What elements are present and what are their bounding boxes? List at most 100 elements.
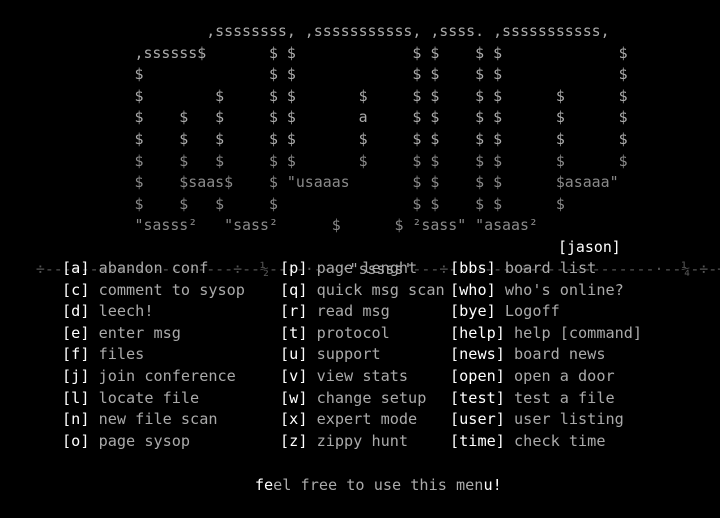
menu-key: d — [71, 302, 81, 321]
key-bracket-close: ] — [495, 345, 515, 364]
menu-key: help — [459, 323, 496, 342]
key-bracket-close: ] — [298, 367, 317, 385]
menu-item-d[interactable]: [d] leech! — [62, 301, 153, 323]
menu-key: r — [289, 302, 299, 321]
key-bracket-close: ] — [298, 431, 317, 450]
key-bracket-close: ] — [495, 431, 515, 450]
key-bracket-open: [ — [62, 367, 72, 385]
menu-item-z[interactable]: [z] zippy hunt — [280, 431, 408, 453]
key-bracket-open: [ — [450, 431, 460, 450]
menu-item-p[interactable]: [p] page lenght — [280, 258, 417, 280]
user-tag-row: [jason] — [0, 214, 720, 256]
menu-item-time[interactable]: [time] check time — [450, 431, 605, 453]
key-bracket-open: [ — [280, 345, 290, 364]
menu-item-o[interactable]: [o] page sysop — [62, 431, 190, 453]
key-bracket-open: [ — [62, 259, 72, 277]
logo-line: $ $saas$ $ "usaaas $ $ $ $ $asaaa" — [0, 173, 619, 192]
menu-item-l[interactable]: [l] locate file — [62, 388, 199, 410]
menu-label: who's online? — [504, 280, 624, 299]
footer-hi-end: u! — [483, 476, 502, 494]
menu-item-news[interactable]: [news] board news — [450, 344, 605, 366]
menu-key: bbs — [459, 259, 487, 277]
key-bracket-close: ] — [298, 323, 317, 342]
key-bracket-open: [ — [62, 345, 72, 364]
menu-label: check time — [514, 431, 606, 450]
menu-label: join conference — [98, 367, 236, 385]
menu-key: a — [71, 259, 81, 277]
menu-label: new file scan — [98, 410, 218, 429]
menu-label: page sysop — [98, 431, 191, 450]
menu-key: l — [71, 388, 81, 407]
key-bracket-open: [ — [62, 323, 72, 342]
menu-label: support — [316, 345, 381, 364]
menu-item-j[interactable]: [j] join conference — [62, 366, 236, 388]
menu-key: x — [289, 410, 299, 429]
key-bracket-close: ] — [80, 259, 99, 277]
key-bracket-close: ] — [298, 345, 317, 364]
key-bracket-close: ] — [486, 259, 505, 277]
menu-item-c[interactable]: [c] comment to sysop — [62, 280, 245, 302]
menu-key: z — [289, 431, 299, 450]
menu-label: page lenght — [316, 259, 418, 277]
logo-line: $ $ $ $ $ a $ $ $ $ $ $ — [0, 108, 628, 127]
menu-key: news — [459, 345, 496, 364]
key-bracket-open: [ — [450, 323, 460, 342]
menu-item-x[interactable]: [x] expert mode — [280, 409, 417, 431]
key-bracket-close: ] — [80, 323, 99, 342]
menu-item-a[interactable]: [a] abandon conf — [62, 258, 208, 280]
menu-label: locate file — [98, 388, 200, 407]
menu-item-n[interactable]: [n] new file scan — [62, 409, 217, 431]
menu-item-help[interactable]: [help] help [command] — [450, 323, 642, 345]
menu-label: protocol — [316, 323, 390, 342]
menu-key: time — [459, 431, 496, 450]
menu-key: o — [71, 431, 81, 450]
footer-text: el free to use this men — [273, 476, 484, 494]
footer-prompt: feel free to use this menu! — [0, 452, 720, 518]
key-bracket-close: ] — [298, 410, 317, 429]
logo-line: $ $ $ $ $ $ $ $ $ $ $ $ — [0, 130, 628, 148]
menu-item-bbs[interactable]: [bbs] board list — [450, 258, 596, 280]
key-bracket-close: ] — [80, 302, 99, 321]
terminal-screen: ,ssssssss, ,sssssssssss, ,ssss. ,sssssss… — [0, 0, 720, 494]
menu-item-q[interactable]: [q] quick msg scan — [280, 280, 445, 302]
menu-key: test — [459, 388, 496, 407]
menu-label: zippy hunt — [316, 431, 409, 450]
key-bracket-close: ] — [80, 367, 99, 385]
menu-item-f[interactable]: [f] files — [62, 344, 144, 366]
menu-item-test[interactable]: [test] test a file — [450, 388, 615, 410]
menu-item-open[interactable]: [open] open a door — [450, 366, 615, 388]
key-bracket-close: ] — [80, 431, 99, 450]
key-bracket-open: [ — [280, 280, 290, 299]
key-bracket-close: ] — [80, 388, 99, 407]
menu-item-w[interactable]: [w] change setup — [280, 388, 426, 410]
key-bracket-open: [ — [450, 345, 460, 364]
key-bracket-open: [ — [450, 410, 460, 429]
key-bracket-close: ] — [486, 302, 505, 321]
menu-item-who[interactable]: [who] who's online? — [450, 280, 624, 302]
menu-item-r[interactable]: [r] read msg — [280, 301, 390, 323]
menu-item-v[interactable]: [v] view stats — [280, 366, 408, 388]
menu-item-user[interactable]: [user] user listing — [450, 409, 624, 431]
menu-item-u[interactable]: [u] support — [280, 344, 381, 366]
menu-label: open a door — [514, 367, 615, 385]
menu-label: comment to sysop — [98, 280, 245, 299]
key-bracket-close: ] — [495, 367, 515, 385]
menu-label: enter msg — [98, 323, 181, 342]
logo-line: ,ssssss$ $ $ $ $ $ $ $ — [0, 43, 628, 62]
menu-item-t[interactable]: [t] protocol — [280, 323, 390, 345]
menu-item-e[interactable]: [e] enter msg — [62, 323, 181, 345]
key-bracket-open: [ — [280, 259, 290, 277]
key-bracket-open: [ — [280, 302, 290, 321]
menu-key: e — [71, 323, 81, 342]
menu-key: v — [289, 367, 299, 385]
menu-label: leech! — [98, 302, 154, 321]
key-bracket-open: [ — [280, 410, 290, 429]
menu-label: change setup — [316, 388, 427, 407]
logo-line: $ $ $ $ $ $ $ $ $ $ $ — [0, 86, 628, 105]
menu-item-bye[interactable]: [bye] Logoff — [450, 301, 560, 323]
key-bracket-close: ] — [80, 410, 99, 429]
menu-key: open — [459, 367, 496, 385]
menu-key: j — [71, 367, 81, 385]
menu-key: f — [71, 345, 81, 364]
menu-label: read msg — [316, 302, 390, 321]
